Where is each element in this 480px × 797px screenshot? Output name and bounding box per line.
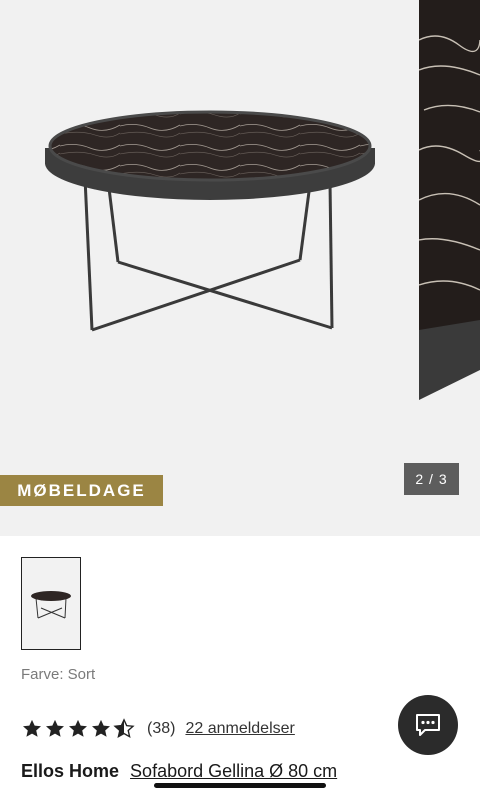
product-image-next[interactable] — [419, 0, 480, 400]
star-icon — [23, 719, 41, 737]
rating-row[interactable]: (38) 22 anmeldelser — [21, 717, 295, 741]
chat-bubble-icon — [416, 714, 440, 736]
rating-count: (38) — [147, 720, 176, 737]
product-title: Ellos Home Sofabord Gellina Ø 80 cm — [21, 761, 337, 782]
image-counter: 2 / 3 — [404, 463, 459, 495]
color-label: Farve: Sort — [21, 666, 96, 683]
star-half-icon — [113, 718, 135, 739]
home-indicator[interactable] — [154, 783, 326, 788]
brand-name[interactable]: Ellos Home — [21, 761, 119, 781]
thumbnail-image[interactable] — [21, 557, 81, 650]
thumbnail-table-icon — [31, 590, 71, 618]
marble-closeup-image — [419, 0, 480, 400]
star-icon — [92, 719, 110, 737]
star-rating — [21, 718, 135, 740]
product-image-gallery[interactable]: MØBELDAGE 2 / 3 — [0, 0, 480, 536]
coffee-table-image — [45, 110, 375, 332]
product-name: Sofabord Gellina Ø 80 cm — [130, 761, 338, 781]
star-icon — [69, 719, 87, 737]
star-icon — [46, 719, 64, 737]
promo-badge: MØBELDAGE — [0, 475, 163, 506]
product-image-main[interactable] — [0, 0, 410, 536]
chat-button[interactable] — [398, 695, 458, 755]
reviews-link[interactable]: 22 anmeldelser — [185, 720, 294, 738]
